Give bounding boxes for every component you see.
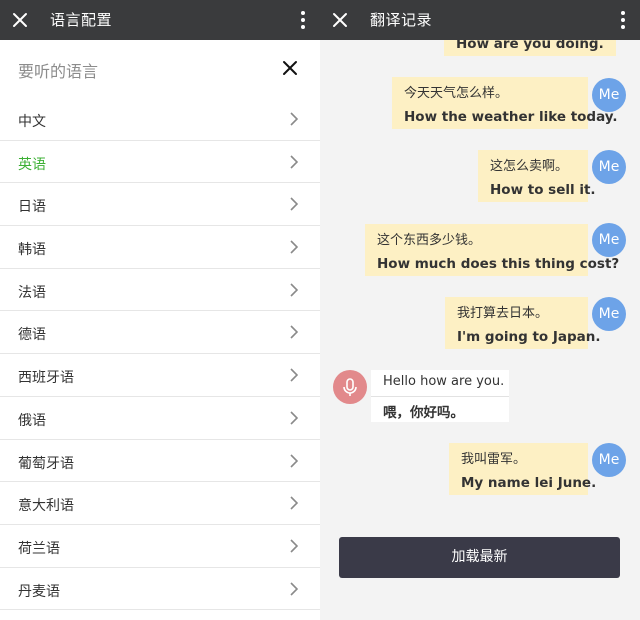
- language-config-panel: 语言配置 要听的语言 中文 英语 日语 韩语 法语 德语 西班牙语 俄语 葡萄牙…: [0, 0, 320, 620]
- close-icon[interactable]: [281, 59, 299, 77]
- avatar: Me: [592, 297, 626, 331]
- chevron-right-icon: [290, 496, 298, 510]
- language-label: 德语: [18, 327, 46, 344]
- message-bubble[interactable]: 这怎么卖啊。 How to sell it.: [478, 150, 596, 202]
- language-item[interactable]: 日语: [0, 183, 320, 227]
- close-icon[interactable]: [330, 10, 350, 30]
- chevron-right-icon: [290, 197, 298, 211]
- message-bubble[interactable]: 我打算去日本。 I'm going to Japan.: [445, 297, 601, 349]
- language-label: 韩语: [18, 242, 46, 259]
- language-label: 法语: [18, 284, 46, 301]
- avatar: Me: [592, 223, 626, 257]
- chevron-right-icon: [290, 411, 298, 425]
- close-icon[interactable]: [10, 10, 30, 30]
- language-item[interactable]: 意大利语: [0, 482, 320, 525]
- message-source: 今天天气怎么样。: [404, 86, 509, 101]
- chevron-right-icon: [290, 453, 298, 468]
- more-vertical-icon[interactable]: [300, 11, 306, 29]
- language-label: 荷兰语: [18, 540, 60, 557]
- language-item[interactable]: 丹麦语: [0, 568, 320, 611]
- chevron-right-icon: [290, 112, 298, 126]
- speaker-avatar: [333, 370, 367, 404]
- message-source: Hello how are you.: [383, 374, 505, 389]
- message-source: 这怎么卖啊。: [490, 159, 569, 174]
- message-translation: How much does this thing cost?: [377, 256, 620, 272]
- microphone-icon: [343, 378, 357, 396]
- page-title: 语言配置: [50, 11, 113, 29]
- message-bubble[interactable]: 我叫雷军。 My name lei June.: [449, 443, 597, 495]
- message-translation: I'm going to Japan.: [457, 329, 601, 345]
- message-source: 我叫雷军。: [461, 452, 527, 467]
- message-bubble[interactable]: Hello how are you. 喂，你好吗。: [371, 370, 509, 422]
- chevron-right-icon: [290, 155, 298, 169]
- message-translation: 喂，你好吗。: [371, 396, 509, 422]
- language-sheet-header: 要听的语言: [0, 40, 320, 96]
- page-title: 翻译记录: [370, 11, 433, 29]
- message-bubble[interactable]: 这个东西多少钱。 How much does this thing cost?: [365, 224, 620, 276]
- message-source: 我打算去日本。: [457, 306, 549, 321]
- avatar: Me: [592, 78, 626, 112]
- chevron-right-icon: [290, 325, 298, 340]
- sheet-title: 要听的语言: [18, 62, 99, 81]
- language-item[interactable]: 俄语: [0, 397, 320, 440]
- language-label: 丹麦语: [18, 583, 60, 600]
- message-source: 这个东西多少钱。: [377, 233, 482, 248]
- chevron-right-icon: [290, 283, 298, 297]
- language-item[interactable]: 葡萄牙语: [0, 440, 320, 483]
- language-item[interactable]: 韩语: [0, 226, 320, 269]
- language-label: 英语: [18, 156, 46, 173]
- language-label: 中文: [18, 114, 46, 130]
- language-item[interactable]: 德语: [0, 311, 320, 355]
- message-bubble-partial: How are you doing.: [444, 40, 616, 56]
- app-bar: 翻译记录: [320, 0, 640, 40]
- language-item[interactable]: 荷兰语: [0, 525, 320, 568]
- chevron-right-icon: [290, 539, 298, 553]
- message-translation: My name lei June.: [461, 475, 597, 491]
- chevron-right-icon: [290, 240, 298, 254]
- avatar: Me: [592, 443, 626, 477]
- language-item[interactable]: 法语: [0, 269, 320, 312]
- load-latest-button[interactable]: 加载最新: [339, 537, 620, 578]
- message-translation: How to sell it.: [490, 182, 596, 198]
- more-vertical-icon[interactable]: [620, 11, 626, 29]
- language-label: 意大利语: [18, 498, 74, 515]
- message-translation: How the weather like today.: [404, 109, 618, 125]
- chevron-right-icon: [290, 368, 298, 382]
- language-item[interactable]: 中文: [0, 98, 320, 141]
- language-item[interactable]: 西班牙语: [0, 354, 320, 397]
- language-item[interactable]: 英语: [0, 141, 320, 184]
- language-label: 西班牙语: [18, 370, 74, 387]
- avatar: Me: [592, 150, 626, 184]
- message-bubble[interactable]: 今天天气怎么样。 How the weather like today.: [392, 77, 618, 129]
- language-label: 俄语: [18, 412, 46, 429]
- message-translation: How are you doing.: [456, 40, 604, 52]
- app-bar: 语言配置: [0, 0, 320, 40]
- language-list: 中文 英语 日语 韩语 法语 德语 西班牙语 俄语 葡萄牙语 意大利语 荷兰语 …: [0, 98, 320, 611]
- chevron-right-icon: [290, 581, 298, 596]
- language-label: 葡萄牙语: [18, 455, 74, 472]
- language-label: 日语: [18, 199, 46, 216]
